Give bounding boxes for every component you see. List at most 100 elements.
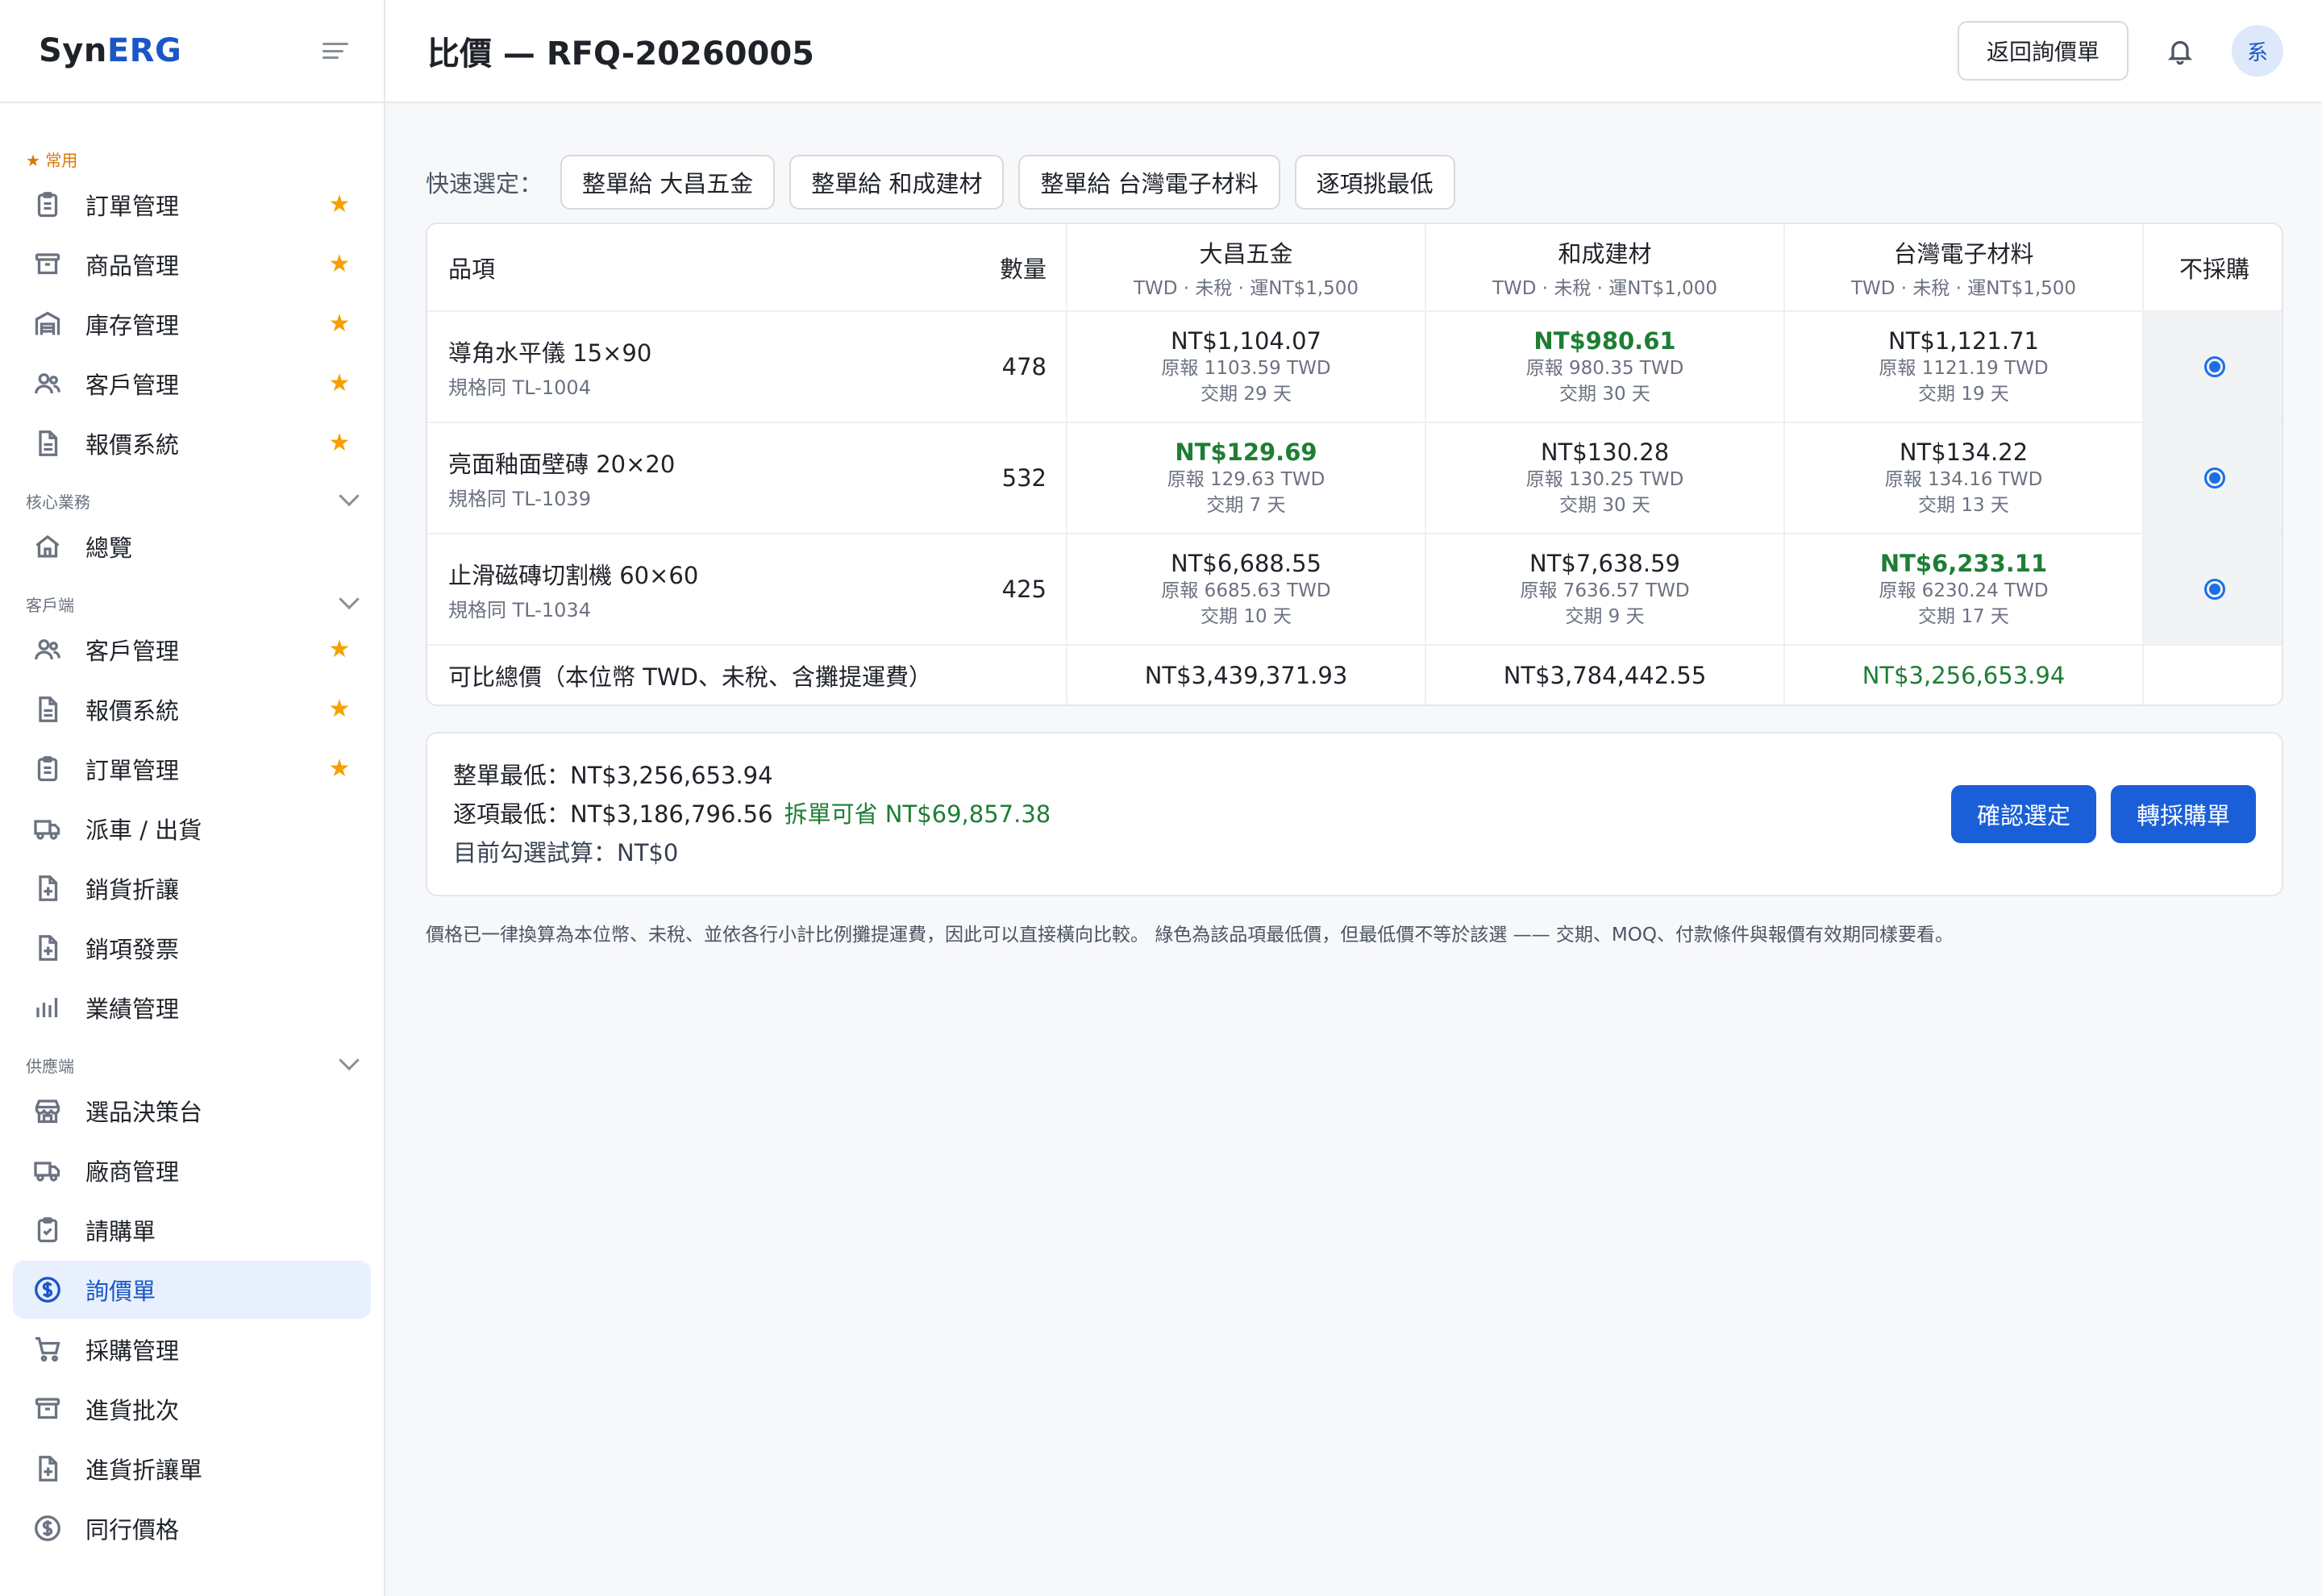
sidebar-item[interactable]: 進貨批次	[13, 1380, 371, 1438]
sidebar-item[interactable]: 訂單管理 ★	[13, 740, 371, 798]
sidebar-item[interactable]: 請購單	[13, 1201, 371, 1259]
sidebar-item[interactable]: 業績管理	[13, 979, 371, 1037]
quote-cell[interactable]: NT$1,104.07 原報 1103.59 TWD 交期 29 天	[1066, 311, 1425, 423]
quote-lead-time: 交期 30 天	[1559, 495, 1650, 516]
menu-toggle-icon[interactable]	[322, 39, 352, 62]
bell-icon[interactable]	[2164, 35, 2196, 67]
quote-original: 原報 980.35 TWD	[1525, 358, 1684, 379]
sidebar-item-label: 商品管理	[85, 252, 180, 280]
section-label-text: 供應端	[26, 1056, 74, 1076]
quick-pick-lowest-button[interactable]: 逐項挑最低	[1294, 155, 1455, 210]
sidebar-item-label: 庫存管理	[85, 312, 180, 339]
sidebar-item-label: 訂單管理	[85, 193, 180, 220]
back-to-rfq-button[interactable]: 返回詢價單	[1957, 21, 2128, 81]
table-header-row: 品項 數量 大昌五金 TWD · 未稅 · 運NT$1,500 和成建材 TWD…	[427, 224, 2282, 312]
sidebar-section-label: ★ 常用	[0, 143, 384, 174]
sidebar-item[interactable]: 報價系統 ★	[13, 680, 371, 738]
table-row: 亮面釉面壁磚 20×20 規格同 TL-1039 532 NT$129.69 原報 12…	[427, 422, 2282, 534]
archive-icon	[32, 1394, 63, 1424]
sidebar-item-label: 進貨折讓單	[85, 1457, 203, 1484]
quote-cell[interactable]: NT$980.61 原報 980.35 TWD 交期 30 天	[1425, 311, 1784, 423]
quick-award-supplier-1-button[interactable]: 整單給 大昌五金	[560, 155, 776, 210]
sidebar-item[interactable]: 商品管理 ★	[13, 235, 371, 293]
star-icon[interactable]: ★	[327, 697, 352, 721]
chevron-down-icon	[339, 485, 360, 507]
quote-price: NT$1,104.07	[1171, 327, 1321, 355]
sidebar-item-label: 報價系統	[85, 697, 180, 725]
quote-original: 原報 6230.24 TWD	[1879, 580, 2049, 601]
no-purchase-radio[interactable]	[2203, 468, 2225, 488]
sidebar-item[interactable]: 採購管理	[13, 1320, 371, 1378]
section-label-text: ★ 常用	[26, 150, 78, 170]
sidebar-item-label: 客戶管理	[85, 372, 180, 399]
quick-award-supplier-2-button[interactable]: 整單給 和成建材	[789, 155, 1005, 210]
total-label: 可比總價（本位幣 TWD、未稅、含攤提運費）	[448, 663, 932, 691]
quick-select-label: 快速選定：	[426, 170, 543, 197]
sidebar-item[interactable]: 銷項發票	[13, 919, 371, 977]
star-icon[interactable]: ★	[327, 638, 352, 662]
file-plus-icon	[32, 1453, 63, 1484]
dollar-circle-icon	[32, 1513, 63, 1544]
no-purchase-radio[interactable]	[2203, 356, 2225, 377]
quote-cell[interactable]: NT$1,121.71 原報 1121.19 TWD 交期 19 天	[1783, 311, 2143, 423]
quote-cell[interactable]: NT$130.28 原報 130.25 TWD 交期 30 天	[1425, 422, 1784, 534]
supplier-name: 大昌五金	[1199, 239, 1293, 268]
quote-original: 原報 6685.63 TWD	[1161, 580, 1331, 601]
sidebar-item[interactable]: 報價系統 ★	[13, 414, 371, 472]
logo[interactable]: SynERG	[39, 32, 181, 69]
star-icon[interactable]: ★	[327, 372, 352, 396]
sidebar-section-label[interactable]: 核心業務	[0, 485, 384, 516]
file-plus-icon	[32, 933, 63, 963]
sidebar-item[interactable]: 銷貨折讓	[13, 859, 371, 917]
item-cell: 導角水平儀 15×90 規格同 TL-1004	[427, 311, 939, 423]
sidebar-item-label: 詢價單	[85, 1278, 156, 1305]
sidebar-item[interactable]: 訂單管理 ★	[13, 176, 371, 234]
quote-cell[interactable]: NT$7,638.59 原報 7636.57 TWD 交期 9 天	[1425, 534, 1784, 646]
quote-cell[interactable]: NT$6,233.11 原報 6230.24 TWD 交期 17 天	[1783, 534, 2143, 646]
sidebar-item[interactable]: 進貨折讓單	[13, 1440, 371, 1498]
clipboard-icon	[32, 754, 63, 784]
star-icon[interactable]: ★	[327, 193, 352, 217]
quote-price: NT$1,121.71	[1888, 327, 2039, 355]
users-icon	[32, 368, 63, 399]
star-icon[interactable]: ★	[327, 757, 352, 781]
star-icon[interactable]: ★	[327, 312, 352, 336]
sidebar-item[interactable]: 客戶管理 ★	[13, 355, 371, 413]
sidebar-item[interactable]: 廠商管理	[13, 1141, 371, 1199]
quick-award-supplier-3-button[interactable]: 整單給 台灣電子材料	[1018, 155, 1280, 210]
no-purchase-cell	[2142, 311, 2282, 423]
quote-lead-time: 交期 10 天	[1201, 606, 1292, 627]
sidebar-section-label[interactable]: 供應端	[0, 1049, 384, 1080]
no-purchase-radio[interactable]	[2203, 579, 2225, 600]
sidebar-item[interactable]: 詢價單	[13, 1261, 371, 1319]
sidebar-item-label: 報價系統	[85, 431, 180, 459]
section-label-text: 客戶端	[26, 595, 74, 615]
section-label-text: 核心業務	[26, 492, 90, 512]
sidebar-section-label[interactable]: 客戶端	[0, 588, 384, 619]
quote-cell[interactable]: NT$134.22 原報 134.16 TWD 交期 13 天	[1783, 422, 2143, 534]
sidebar-item[interactable]: 客戶管理 ★	[13, 621, 371, 679]
sidebar-item-label: 銷貨折讓	[85, 876, 180, 904]
quote-lead-time: 交期 13 天	[1918, 495, 2009, 516]
summary-lines: 整單最低：NT$3,256,653.94 逐項最低：NT$3,186,796.5…	[453, 756, 1051, 872]
avatar[interactable]: 系	[2232, 25, 2283, 77]
current-selection-total: 目前勾選試算：NT$0	[453, 839, 679, 867]
sidebar-item[interactable]: 選品決策台	[13, 1082, 371, 1140]
quote-cell[interactable]: NT$129.69 原報 129.63 TWD 交期 7 天	[1066, 422, 1425, 534]
item-cell: 亮面釉面壁磚 20×20 規格同 TL-1039	[427, 422, 939, 534]
quote-price: NT$6,233.11	[1879, 550, 2048, 577]
qty-cell: 532	[939, 422, 1067, 534]
sidebar-item[interactable]: 庫存管理 ★	[13, 295, 371, 353]
quote-price: NT$129.69	[1175, 438, 1317, 466]
star-icon[interactable]: ★	[327, 252, 352, 276]
convert-to-po-button[interactable]: 轉採購單	[2110, 785, 2256, 843]
supplier-meta: TWD · 未稅 · 運NT$1,500	[1850, 277, 2077, 299]
sidebar-item[interactable]: 總覽	[13, 517, 371, 576]
column-header-supplier-3: 台灣電子材料 TWD · 未稅 · 運NT$1,500	[1783, 224, 2143, 312]
archive-icon	[32, 249, 63, 280]
quote-cell[interactable]: NT$6,688.55 原報 6685.63 TWD 交期 10 天	[1066, 534, 1425, 646]
star-icon[interactable]: ★	[327, 431, 352, 455]
confirm-selection-button[interactable]: 確認選定	[1950, 785, 2096, 843]
sidebar-item[interactable]: 同行價格	[13, 1499, 371, 1557]
sidebar-item[interactable]: 派車 / 出貨	[13, 800, 371, 858]
